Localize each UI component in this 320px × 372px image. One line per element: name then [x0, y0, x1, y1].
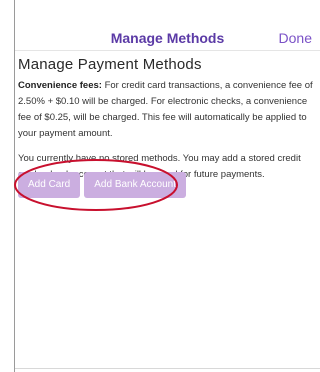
convenience-fees-text: Convenience fees: For credit card transa… — [18, 78, 320, 142]
main-content: Manage Payment Methods Convenience fees:… — [18, 56, 320, 198]
convenience-fees-label: Convenience fees: — [18, 80, 102, 91]
add-bank-account-button[interactable]: Add Bank Account — [84, 172, 186, 198]
header-title: Manage Methods — [110, 30, 225, 46]
action-buttons: Add Card Add Bank Account — [18, 172, 190, 198]
page-title: Manage Payment Methods — [18, 56, 202, 73]
nav-header: Manage Methods Done — [15, 0, 320, 51]
add-card-button[interactable]: Add Card — [18, 172, 81, 198]
done-button[interactable]: Done — [279, 30, 312, 46]
window-left-border — [14, 0, 15, 372]
bottom-divider — [15, 368, 320, 369]
